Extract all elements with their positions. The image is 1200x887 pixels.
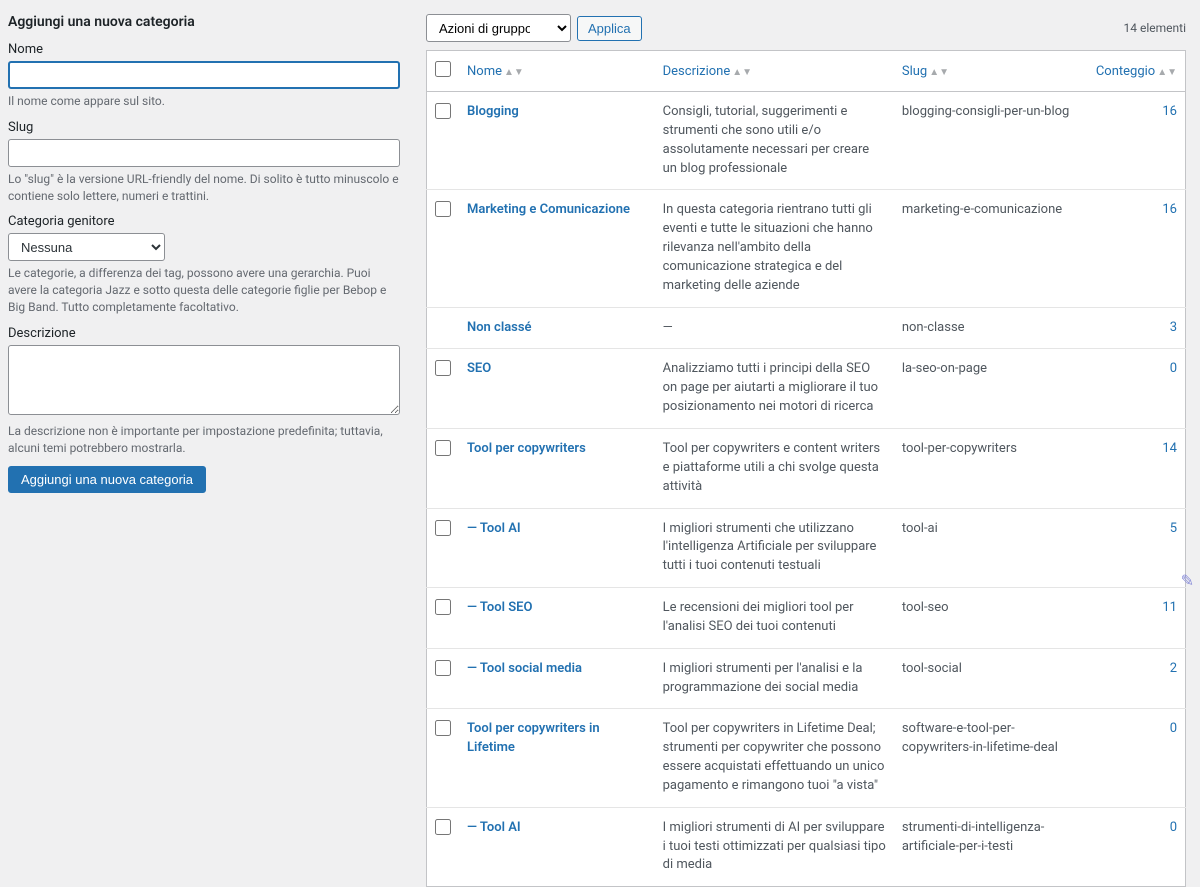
col-slug[interactable]: Slug▲▼ (894, 51, 1088, 92)
add-category-button[interactable]: Aggiungi una nuova categoria (8, 466, 206, 493)
category-slug: blogging-consigli-per-un-blog (894, 92, 1088, 190)
apply-button[interactable]: Applica (577, 16, 642, 41)
description-desc: La descrizione non è importante per impo… (8, 423, 400, 457)
category-slug: tool-ai (894, 508, 1088, 588)
category-description: Le recensioni dei migliori tool per l'an… (655, 588, 894, 649)
category-slug: tool-seo (894, 588, 1088, 649)
row-checkbox[interactable] (435, 819, 451, 835)
row-checkbox[interactable] (435, 520, 451, 536)
sort-icon: ▲▼ (1157, 67, 1177, 78)
category-slug: tool-per-copywriters (894, 428, 1088, 508)
category-slug: software-e-tool-per-copywriters-in-lifet… (894, 709, 1088, 807)
slug-label: Slug (8, 120, 400, 135)
category-description: Tool per copywriters in Lifetime Deal; s… (655, 709, 894, 807)
category-count-link[interactable]: 3 (1170, 320, 1177, 335)
row-checkbox[interactable] (435, 660, 451, 676)
category-count-link[interactable]: 0 (1170, 721, 1177, 736)
form-title: Aggiungi una nuova categoria (8, 14, 400, 30)
name-input[interactable] (8, 61, 400, 89)
category-count-link[interactable]: 0 (1170, 361, 1177, 376)
category-count-link[interactable]: 2 (1170, 661, 1177, 676)
table-row: Marketing e Comunicazione In questa categ… (427, 190, 1186, 307)
table-row: Tool per copywriters in Lifetime Tool per… (427, 709, 1186, 807)
category-description: Tool per copywriters e content writers e… (655, 428, 894, 508)
category-slug: non-classe (894, 307, 1088, 349)
category-slug: strumenti-di-intelligenza-artificiale-pe… (894, 807, 1088, 887)
category-slug: marketing-e-comunicazione (894, 190, 1088, 307)
items-count: 14 elementi (1124, 21, 1186, 35)
row-checkbox[interactable] (435, 720, 451, 736)
description-textarea[interactable] (8, 345, 400, 415)
table-row: — Tool AI I migliori strumenti di AI per … (427, 807, 1186, 887)
category-description: Consigli, tutorial, suggerimenti e strum… (655, 92, 894, 190)
parent-label: Categoria genitore (8, 214, 400, 229)
sort-icon: ▲▼ (732, 67, 752, 78)
name-label: Nome (8, 42, 400, 57)
category-slug: tool-social (894, 648, 1088, 709)
sort-icon: ▲▼ (929, 67, 949, 78)
category-name-link[interactable]: — Tool SEO (467, 600, 532, 615)
category-slug: la-seo-on-page (894, 349, 1088, 429)
row-checkbox[interactable] (435, 599, 451, 615)
table-row: Non classé —non-classe 3 (427, 307, 1186, 349)
row-checkbox[interactable] (435, 440, 451, 456)
slug-desc: Lo "slug" è la versione URL-friendly del… (8, 171, 400, 205)
category-name-link[interactable]: Tool per copywriters in Lifetime (467, 721, 600, 755)
col-count[interactable]: Conteggio▲▼ (1088, 51, 1186, 92)
table-row: Blogging Consigli, tutorial, suggerimenti… (427, 92, 1186, 190)
pencil-icon[interactable]: ✎ (1181, 571, 1194, 590)
category-name-link[interactable]: — Tool AI (467, 820, 521, 835)
bulk-actions-select[interactable]: Azioni di gruppo (426, 14, 571, 42)
category-name-link[interactable]: SEO (467, 361, 491, 376)
category-count-link[interactable]: 16 (1162, 202, 1177, 217)
sort-icon: ▲▼ (504, 67, 524, 78)
row-checkbox[interactable] (435, 360, 451, 376)
category-count-link[interactable]: 16 (1162, 104, 1177, 119)
category-description: In questa categoria rientrano tutti gli … (655, 190, 894, 307)
categories-table: Nome▲▼ Descrizione▲▼ Slug▲▼ Conteggio▲▼ … (426, 50, 1186, 887)
category-name-link[interactable]: — Tool social media (467, 661, 582, 676)
parent-desc: Le categorie, a differenza dei tag, poss… (8, 265, 400, 315)
category-count-link[interactable]: 5 (1170, 521, 1177, 536)
col-name[interactable]: Nome▲▼ (459, 51, 655, 92)
category-name-link[interactable]: Marketing e Comunicazione (467, 202, 630, 217)
table-row: — Tool social media I migliori strumenti … (427, 648, 1186, 709)
col-description[interactable]: Descrizione▲▼ (655, 51, 894, 92)
category-count-link[interactable]: 0 (1170, 820, 1177, 835)
category-description: I migliori strumenti di AI per sviluppar… (655, 807, 894, 887)
slug-input[interactable] (8, 139, 400, 167)
select-all-checkbox[interactable] (435, 61, 451, 77)
description-label: Descrizione (8, 326, 400, 341)
category-name-link[interactable]: Blogging (467, 104, 519, 119)
table-row: — Tool SEO Le recensioni dei migliori too… (427, 588, 1186, 649)
add-category-form: Aggiungi una nuova categoria Nome Il nom… (0, 0, 420, 596)
parent-select[interactable]: Nessuna (8, 233, 165, 261)
category-description: I migliori strumenti che utilizzano l'in… (655, 508, 894, 588)
table-row: Tool per copywriters Tool per copywriters… (427, 428, 1186, 508)
category-description: I migliori strumenti per l'analisi e la … (655, 648, 894, 709)
table-row: SEO Analizziamo tutti i principi della SE… (427, 349, 1186, 429)
category-list-panel: Azioni di gruppo Applica 14 elementi Nom… (420, 0, 1200, 596)
category-count-link[interactable]: 11 (1162, 600, 1177, 615)
category-name-link[interactable]: Non classé (467, 320, 532, 335)
row-checkbox[interactable] (435, 201, 451, 217)
category-description: Analizziamo tutti i principi della SEO o… (655, 349, 894, 429)
category-count-link[interactable]: 14 (1162, 441, 1177, 456)
table-row: — Tool AI I migliori strumenti che utiliz… (427, 508, 1186, 588)
category-description: — (655, 307, 894, 349)
name-desc: Il nome come appare sul sito. (8, 93, 400, 110)
category-name-link[interactable]: Tool per copywriters (467, 441, 586, 456)
row-checkbox[interactable] (435, 103, 451, 119)
category-name-link[interactable]: — Tool AI (467, 521, 521, 536)
